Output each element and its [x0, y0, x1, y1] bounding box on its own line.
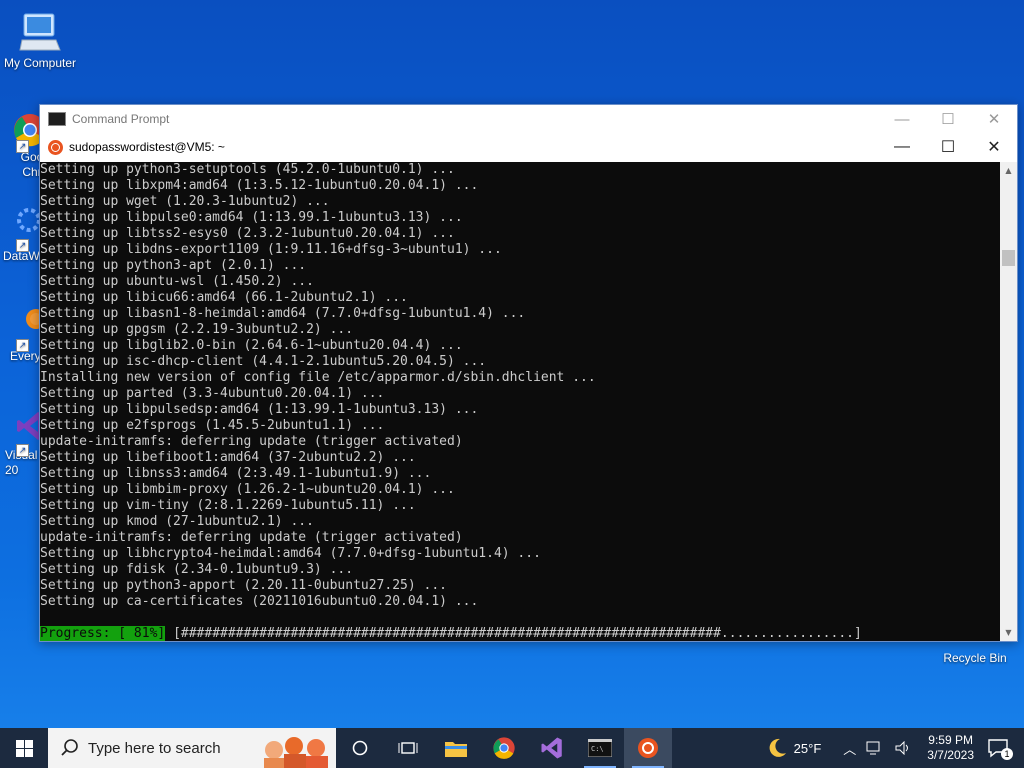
taskbar-ubuntu[interactable]	[624, 728, 672, 768]
progress-label: Progress: [ 81%]	[40, 626, 166, 641]
terminal-line: Setting up libicu66:amd64 (66.1-2ubuntu2…	[40, 290, 408, 305]
scrollbar-thumb[interactable]	[1002, 250, 1015, 266]
weather-temperature: 25°F	[793, 740, 822, 756]
desktop-icon-visual-studio[interactable]: ↗ Visual 20	[0, 410, 44, 478]
cmd-icon: C:\	[588, 739, 612, 757]
maximize-button[interactable]: ☐	[925, 133, 971, 161]
clock-time: 9:59 PM	[928, 733, 973, 747]
scroll-up-arrow-icon[interactable]: ▲	[1000, 162, 1017, 179]
terminal-line: Setting up ubuntu-wsl (1.450.2) ...	[40, 274, 314, 289]
desktop-icon-datawrangler[interactable]: ↗ DataW	[0, 205, 41, 263]
computer-icon	[18, 10, 62, 54]
notification-count: 1	[1001, 748, 1013, 760]
taskbar-command-prompt[interactable]: C:\	[576, 728, 624, 768]
command-prompt-titlebar[interactable]: Command Prompt — ☐ ✕	[40, 105, 1017, 133]
command-prompt-window[interactable]: Command Prompt — ☐ ✕ sudopasswordistest@…	[39, 104, 1018, 642]
ubuntu-terminal-window[interactable]: sudopasswordistest@VM5: ~ — ☐ ✕ Setting …	[40, 133, 1017, 641]
clock[interactable]: 9:59 PM 3/7/2023	[917, 733, 984, 763]
notification-center-button[interactable]: 1	[984, 728, 1024, 768]
chevron-up-icon: ︿	[843, 741, 857, 757]
taskbar-visual-studio[interactable]	[528, 728, 576, 768]
terminal-line: Setting up e2fsprogs (1.45.5-2ubuntu1.1)…	[40, 418, 385, 433]
terminal-line: Installing new version of config file /e…	[40, 370, 596, 385]
terminal-line: Setting up libxpm4:amd64 (1:3.5.12-1ubun…	[40, 178, 479, 193]
terminal-output[interactable]: Setting up python3-setuptools (45.2.0-1u…	[40, 162, 1000, 641]
terminal-line: Setting up isc-dhcp-client (4.4.1-2.1ubu…	[40, 354, 487, 369]
terminal-line: Setting up libefiboot1:amd64 (37-2ubuntu…	[40, 450, 416, 465]
taskbar: Type here to search C:\ 25°F ︿ 9:59 PM 3…	[0, 728, 1024, 768]
scroll-down-arrow-icon[interactable]: ▼	[1000, 624, 1017, 641]
search-placeholder: Type here to search	[88, 739, 221, 757]
shortcut-arrow-icon: ↗	[16, 239, 29, 252]
volume-icon[interactable]	[889, 741, 917, 755]
shortcut-arrow-icon: ↗	[16, 339, 29, 352]
vertical-scrollbar[interactable]: ▲ ▼	[1000, 162, 1017, 641]
cortana-circle-icon	[352, 740, 368, 756]
maximize-button[interactable]: ☐	[925, 105, 971, 133]
shortcut-arrow-icon: ↗	[16, 444, 29, 457]
terminal-line: Setting up libasn1-8-heimdal:amd64 (7.7.…	[40, 306, 526, 321]
terminal-line: Setting up libhcrypto4-heimdal:amd64 (7.…	[40, 546, 541, 561]
terminal-line: Setting up gpgsm (2.2.19-3ubuntu2.2) ...	[40, 322, 354, 337]
taskbar-file-explorer[interactable]	[432, 728, 480, 768]
clock-date: 3/7/2023	[927, 748, 974, 762]
terminal-line: Setting up parted (3.3-4ubuntu0.20.04.1)…	[40, 386, 385, 401]
moon-icon	[769, 738, 786, 757]
terminal-line: Setting up libglib2.0-bin (2.64.6-1~ubun…	[40, 338, 463, 353]
ubuntu-icon	[638, 738, 658, 758]
ubuntu-icon	[48, 139, 63, 155]
window-title: Command Prompt	[72, 112, 170, 126]
terminal-line: Setting up wget (1.20.3-1ubuntu2) ...	[40, 194, 330, 209]
start-button[interactable]	[0, 728, 48, 768]
chrome-icon	[493, 737, 515, 759]
windows-logo-icon	[15, 739, 33, 757]
terminal-line: update-initramfs: deferring update (trig…	[40, 530, 463, 545]
task-view-button[interactable]	[384, 728, 432, 768]
terminal-line: Setting up libpulse0:amd64 (1:13.99.1-1u…	[40, 210, 463, 225]
task-view-icon	[398, 742, 418, 754]
desktop-icon-everything[interactable]: ↗ Every	[0, 305, 46, 363]
terminal-line: Setting up kmod (27-1ubuntu2.1) ...	[40, 514, 314, 529]
terminal-line: Setting up python3-apport (2.20.11-0ubun…	[40, 578, 447, 593]
terminal-line: Setting up libtss2-esys0 (2.3.2-1ubuntu0…	[40, 226, 455, 241]
terminal-line: Setting up fdisk (2.34-0.1ubuntu9.3) ...	[40, 562, 354, 577]
weather-widget[interactable]: 25°F	[761, 737, 827, 759]
desktop-icon-label: Recycle Bin	[943, 651, 1007, 665]
network-icon[interactable]	[861, 741, 889, 755]
folder-icon	[445, 742, 467, 757]
desktop-icon-google-chrome[interactable]: ↗ Goo Chr	[0, 112, 46, 180]
terminal-line: Setting up python3-apt (2.0.1) ...	[40, 258, 307, 273]
terminal-line: Setting up ca-certificates (20211016ubun…	[40, 594, 479, 609]
progress-bar: [#######################################…	[173, 626, 862, 641]
progress-row: Progress: [ 81%] [######################…	[40, 626, 862, 641]
search-icon	[61, 739, 78, 756]
terminal-line: Setting up libmbim-proxy (1.26.2-1~ubunt…	[40, 482, 455, 497]
visual-studio-icon	[541, 737, 562, 759]
minimize-button[interactable]: —	[879, 133, 925, 161]
minimize-button[interactable]: —	[879, 105, 925, 133]
ubuntu-titlebar[interactable]: sudopasswordistest@VM5: ~ — ☐ ✕	[40, 133, 1017, 161]
terminal-line: Setting up vim-tiny (2:8.1.2269-1ubuntu5…	[40, 498, 416, 513]
window-title: sudopasswordistest@VM5: ~	[69, 140, 225, 154]
cmd-icon	[48, 112, 66, 126]
taskbar-chrome[interactable]	[480, 728, 528, 768]
terminal-line: Setting up libnss3:amd64 (2:3.49.1-1ubun…	[40, 466, 432, 481]
terminal-line: update-initramfs: deferring update (trig…	[40, 434, 463, 449]
shortcut-arrow-icon: ↗	[16, 140, 29, 153]
close-button[interactable]: ✕	[971, 105, 1017, 133]
show-hidden-icons-button[interactable]: ︿	[838, 739, 861, 758]
terminal-line: Setting up libpulsedsp:amd64 (1:13.99.1-…	[40, 402, 479, 417]
terminal-lines: Setting up python3-setuptools (45.2.0-1u…	[40, 162, 1000, 610]
desktop-icon-my-computer[interactable]: My Computer	[0, 10, 80, 70]
desktop-icon-label: My Computer	[3, 56, 77, 70]
cortana-button[interactable]	[336, 728, 384, 768]
close-button[interactable]: ✕	[971, 133, 1017, 161]
terminal-line: Setting up libdns-export1109 (1:9.11.16+…	[40, 242, 502, 257]
svg-text:C:\: C:\	[591, 745, 604, 753]
terminal-line: Setting up python3-setuptools (45.2.0-1u…	[40, 162, 455, 177]
search-highlight-illustration-icon	[264, 737, 328, 768]
system-tray: 25°F ︿ 9:59 PM 3/7/2023 1	[761, 728, 1024, 768]
search-box[interactable]: Type here to search	[48, 728, 336, 768]
